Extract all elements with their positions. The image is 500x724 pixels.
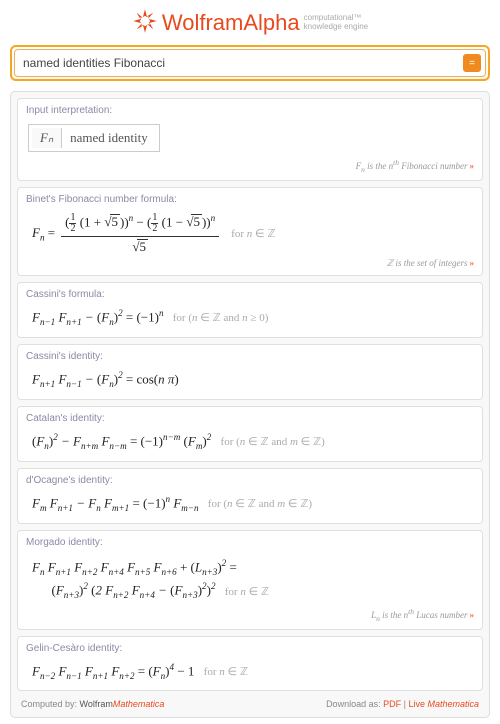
pod-title: Cassini's identity: [26,351,474,362]
pod-binet: Binet's Fibonacci number formula: Fn = (… [17,187,483,276]
pod-title: Cassini's formula: [26,289,474,300]
formula: (Fn)2 − Fn+m Fn−m = (−1)n−m (Fm)2 for (n… [26,430,474,455]
entity-label: named identity [62,128,156,148]
search-input[interactable] [15,56,463,70]
pod-title: Input interpretation: [26,105,474,116]
formula: Fn−1 Fn+1 − (Fn)2 = (−1)n for (n ∈ ℤ and… [26,306,474,331]
logo-text: WolframAlpha [162,10,300,36]
pod-morgado: Morgado identity: Fn Fn+1 Fn+2 Fn+4 Fn+5… [17,530,483,630]
logo-subtitle: computational™knowledge engine [304,14,369,32]
pod-note[interactable]: ℤ is the set of integers» [26,258,474,269]
download-pdf-link[interactable]: PDF [383,699,401,709]
logo[interactable]: WolframAlpha computational™knowledge eng… [132,8,368,37]
results-container: Input interpretation: Fₙ named identity … [10,91,490,718]
chevron-icon: » [470,161,475,171]
search-submit-button[interactable]: = [463,54,481,72]
pod-note[interactable]: Fn is the nth Fibonacci number» [26,158,474,174]
chevron-icon: » [470,258,475,268]
formula: Fn Fn+1 Fn+2 Fn+4 Fn+5 Fn+6 + (Ln+3)2 = … [26,554,474,607]
pod-catalan: Catalan's identity: (Fn)2 − Fn+m Fn−m = … [17,406,483,462]
pod-title: d'Ocagne's identity: [26,475,474,486]
wolfram-spiky-icon [132,8,158,37]
pod-cassini-identity: Cassini's identity: Fn+1 Fn−1 − (Fn)2 = … [17,344,483,400]
formula: Fm Fn+1 − Fn Fm+1 = (−1)n Fm−n for (n ∈ … [26,492,474,517]
results-footer: Computed by: WolframMathematica Download… [17,697,483,711]
pod-title: Gelin-Cesàro identity: [26,643,474,654]
formula: Fn−2 Fn−1 Fn+1 Fn+2 = (Fn)4 − 1 for n ∈ … [26,660,474,685]
equals-icon: = [469,58,475,69]
formula: Fn = (12 (1 + √5))n − (12 (1 − √5))n √5 … [26,211,280,258]
pod-cassini-formula: Cassini's formula: Fn−1 Fn+1 − (Fn)2 = (… [17,282,483,338]
pod-title: Binet's Fibonacci number formula: [26,194,474,205]
pod-input-interpretation: Input interpretation: Fₙ named identity … [17,98,483,181]
computed-by: Computed by: WolframMathematica [21,699,164,709]
input-box: Fₙ named identity [28,124,160,152]
entity-fn: Fₙ [32,128,62,148]
pod-note[interactable]: Ln is the nth Lucas number» [26,607,474,623]
download-as: Download as: PDF | Live Mathematica [326,699,479,709]
formula: Fn+1 Fn−1 − (Fn)2 = cos(n π) [26,368,474,393]
pod-title: Morgado identity: [26,537,474,548]
header: WolframAlpha computational™knowledge eng… [0,0,500,41]
pod-docagne: d'Ocagne's identity: Fm Fn+1 − Fn Fm+1 =… [17,468,483,524]
pod-gelin-cesaro: Gelin-Cesàro identity: Fn−2 Fn−1 Fn+1 Fn… [17,636,483,692]
search-bar: = [10,45,490,81]
download-live-link[interactable]: Live Mathematica [408,699,479,709]
pod-title: Catalan's identity: [26,413,474,424]
chevron-icon: » [470,610,475,620]
